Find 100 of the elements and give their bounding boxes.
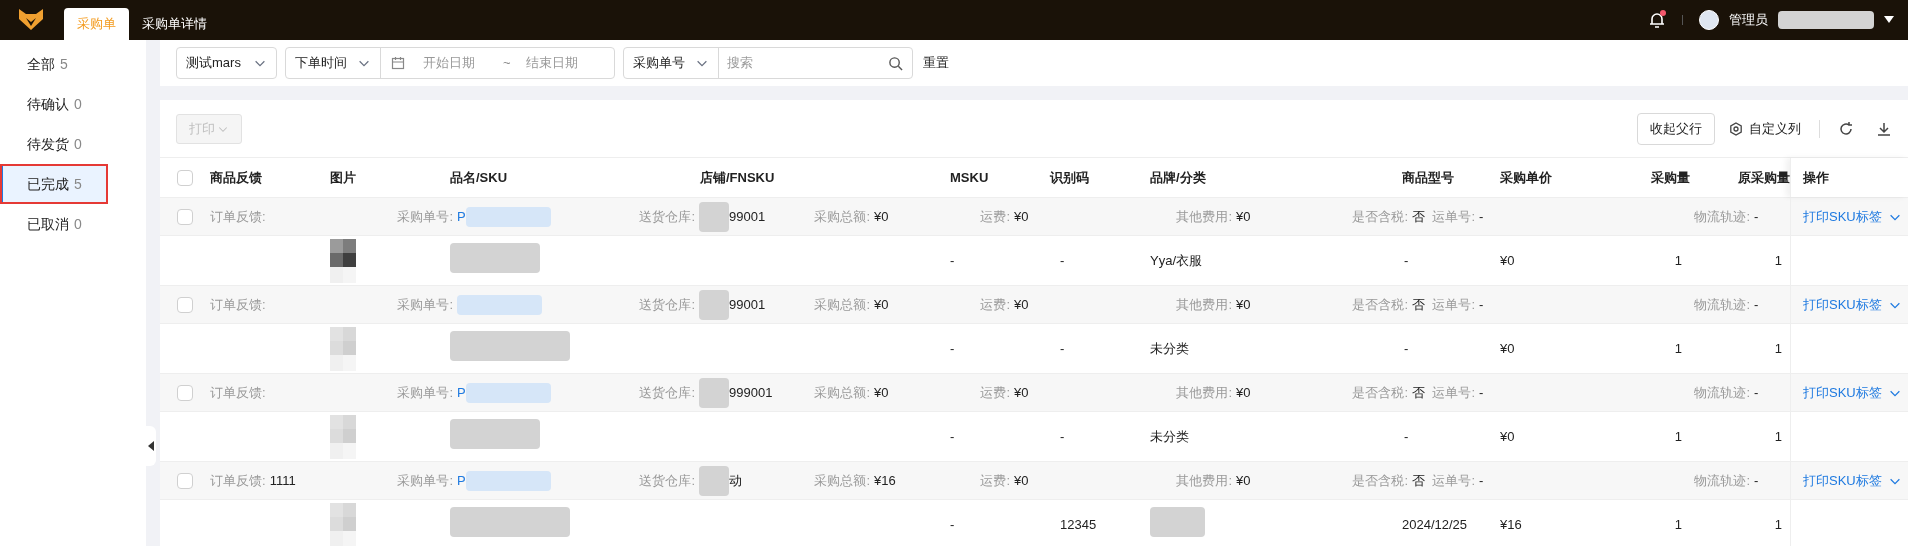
bell-icon[interactable] — [1648, 11, 1666, 29]
print-sku-label-link[interactable]: 打印SKU标签 — [1803, 382, 1902, 403]
refresh-icon[interactable] — [1838, 120, 1854, 137]
search-icon[interactable] — [887, 55, 903, 71]
field-label: 订单反馈: — [210, 471, 266, 490]
download-icon[interactable] — [1876, 120, 1892, 137]
table-cell-text: 1 — [1774, 515, 1782, 534]
column-header: 识别码 — [1050, 168, 1089, 187]
avatar-icon[interactable] — [1699, 10, 1719, 30]
custom-columns-button[interactable]: 自定义列 — [1729, 118, 1801, 139]
table-cell: - — [1060, 252, 1065, 268]
table-cell: 2024/12/25 — [1402, 516, 1468, 532]
store-select[interactable]: 测试mars — [176, 47, 277, 79]
field-label: 是否含税: — [1352, 295, 1408, 314]
print-sku-label-link[interactable]: 打印SKU标签 — [1803, 470, 1902, 491]
field-value[interactable]: P — [457, 206, 466, 227]
field-value: ¥0 — [1014, 383, 1029, 402]
field-value: ¥0 — [1014, 207, 1029, 226]
start-date-field[interactable]: 开始日期 — [422, 53, 495, 73]
table-cell: Yya/衣服 — [1150, 252, 1202, 268]
field-label: 订单反馈: — [210, 207, 266, 226]
table-cell: - — [950, 340, 955, 356]
field-value: - — [1479, 207, 1484, 226]
checkbox[interactable] — [177, 169, 193, 186]
table-cell: - — [1404, 340, 1409, 356]
nav-tab[interactable]: 采购单详情 — [129, 8, 220, 40]
field-value[interactable]: P — [457, 382, 466, 403]
search-field[interactable]: 搜索 — [718, 53, 888, 73]
end-date-field[interactable]: 结束日期 — [526, 53, 599, 73]
blurred-text — [699, 201, 729, 232]
field-label: 物流轨迹: — [1694, 383, 1750, 402]
field-label: 物流轨迹: — [1694, 207, 1750, 226]
fox-logo-icon — [18, 6, 44, 32]
date-range-picker[interactable]: 下单时间 开始日期 ~ 结束日期 — [284, 47, 615, 79]
status-filter-item[interactable]: 全部 5 — [0, 44, 146, 84]
column-header: 品名/SKU — [450, 168, 508, 187]
field-value: ¥0 — [1236, 383, 1251, 402]
field-value: 否 — [1412, 207, 1425, 226]
field-value: ¥16 — [874, 471, 896, 490]
table-cell-text: 1 — [1674, 339, 1682, 358]
field-value: - — [1754, 383, 1759, 402]
table-cell: ¥16 — [1500, 516, 1522, 532]
table-cell-text: 1 — [1674, 251, 1682, 270]
field-value: ¥0 — [874, 295, 889, 314]
range-separator: ~ — [502, 54, 511, 73]
status-filter-item[interactable]: 待发货 0 — [0, 124, 146, 164]
column-header: MSKU — [950, 168, 989, 187]
search-type-select[interactable]: 采购单号 — [623, 48, 719, 78]
field-value: 1111 — [269, 471, 296, 490]
field-label: 运费: — [980, 295, 1010, 314]
table-cell: ¥0 — [1500, 252, 1515, 268]
table-cell: 12345 — [1060, 516, 1097, 532]
field-value: ¥0 — [1236, 295, 1251, 314]
status-filter-item[interactable]: 待确认 0 — [0, 84, 146, 124]
field-label: 订单反馈: — [210, 295, 266, 314]
date-type-label[interactable]: 下单时间 — [294, 53, 347, 73]
status-filter-item[interactable]: 已取消 0 — [0, 204, 146, 244]
collapse-parent-rows-button[interactable]: 收起父行 — [1637, 112, 1715, 145]
column-header: 原采购量 — [1738, 168, 1790, 187]
field-label: 送货仓库: — [639, 207, 695, 226]
calendar-icon — [390, 56, 405, 70]
settings-icon — [1729, 121, 1743, 136]
field-value: ¥0 — [874, 383, 889, 402]
field-value: 否 — [1412, 295, 1425, 314]
field-label: 其他费用: — [1176, 295, 1232, 314]
table-cell: - — [1404, 428, 1409, 444]
print-sku-label-link[interactable]: 打印SKU标签 — [1803, 206, 1902, 227]
field-label: 物流轨迹: — [1694, 471, 1750, 490]
field-label: 是否含税: — [1352, 383, 1408, 402]
blurred-text — [1150, 506, 1205, 537]
field-label: 运单号: — [1432, 295, 1475, 314]
field-label: 订单反馈: — [210, 383, 266, 402]
collapse-handle[interactable] — [146, 426, 156, 466]
field-value: - — [1754, 471, 1759, 490]
column-header: 商品型号 — [1402, 168, 1454, 187]
field-label: 是否含税: — [1352, 207, 1408, 226]
search-box[interactable]: 采购单号 搜索 — [622, 47, 913, 79]
table-cell: 未分类 — [1150, 340, 1189, 356]
checkbox[interactable] — [177, 472, 193, 489]
user-name[interactable]: 管理员 — [1729, 10, 1768, 30]
field-label: 其他费用: — [1176, 207, 1232, 226]
table-cell-text: 1 — [1674, 515, 1682, 534]
field-value: ¥0 — [1014, 471, 1029, 490]
reset-button[interactable]: 重置 — [922, 53, 949, 73]
caret-down-icon[interactable] — [1884, 16, 1894, 24]
column-header: 图片 — [330, 168, 356, 187]
blurred-text — [699, 289, 729, 320]
table-cell: - — [950, 428, 955, 444]
status-filter-item[interactable]: 已完成 5 — [0, 164, 108, 204]
field-value: - — [1754, 207, 1759, 226]
field-label: 运费: — [980, 471, 1010, 490]
print-sku-label-link[interactable]: 打印SKU标签 — [1803, 294, 1902, 315]
checkbox[interactable] — [177, 208, 193, 225]
field-value[interactable]: P — [457, 470, 466, 491]
checkbox[interactable] — [177, 384, 193, 401]
table-cell-text: 1 — [1774, 251, 1782, 270]
column-header: 采购量 — [1651, 168, 1690, 187]
caret-left-icon — [148, 441, 154, 451]
checkbox[interactable] — [177, 296, 193, 313]
field-value: - — [1479, 295, 1484, 314]
